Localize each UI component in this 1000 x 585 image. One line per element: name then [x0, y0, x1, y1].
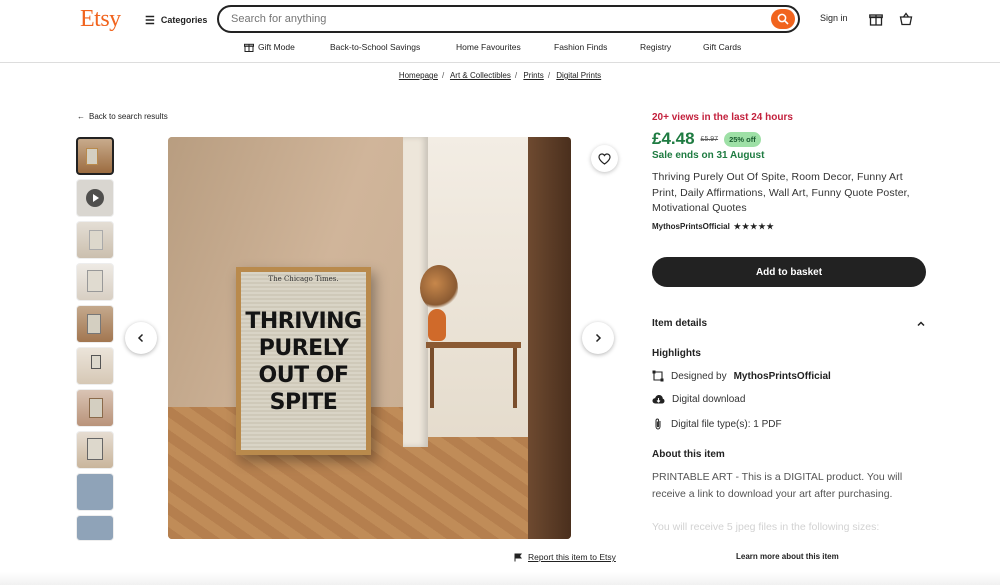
price-row: £4.48 £5.97 25% off — [652, 129, 927, 149]
highlights-heading: Highlights — [652, 348, 701, 359]
category-nav: Gift Mode Back-to-School Savings Home Fa… — [0, 42, 1000, 56]
thumbnail-video[interactable] — [76, 179, 114, 217]
rating-stars[interactable]: ★★★★★ — [734, 222, 775, 231]
shop-name-link[interactable]: MythosPrintsOfficial — [652, 222, 730, 231]
digital-download-row: Digital download — [652, 394, 745, 405]
discount-badge: 25% off — [724, 131, 761, 147]
gift-icon[interactable] — [868, 11, 884, 27]
heart-icon — [598, 152, 611, 165]
product-title: Thriving Purely Out Of Spite, Room Decor… — [652, 171, 910, 214]
image-table — [426, 342, 521, 348]
poster-masthead: The Chicago Times. — [268, 275, 339, 283]
bottom-fade — [0, 572, 1000, 585]
file-types-label: Digital file type(s): 1 PDF — [671, 418, 782, 430]
thumbnail-image[interactable] — [76, 263, 114, 301]
digital-download-label: Digital download — [672, 394, 746, 405]
breadcrumb-separator: / — [441, 71, 445, 80]
about-description: PRINTABLE ART - This is a DIGITAL produc… — [652, 471, 903, 500]
arrow-left-icon: ← — [77, 112, 85, 121]
back-label: Back to search results — [89, 112, 168, 121]
image-open-door — [528, 137, 571, 539]
views-notice: 20+ views in the last 24 hours — [652, 112, 793, 123]
site-header: Etsy ☰ Categories Sign in Gift Mode Back… — [0, 0, 1000, 63]
nav-gift-cards[interactable]: Gift Cards — [703, 42, 741, 52]
nav-label: Gift Mode — [258, 42, 295, 52]
sale-ends: Sale ends on 31 August — [652, 150, 765, 161]
play-icon — [86, 189, 104, 207]
original-price: £5.97 — [700, 135, 719, 143]
nav-registry[interactable]: Registry — [640, 42, 671, 52]
chevron-left-icon — [137, 333, 144, 343]
image-vase — [428, 309, 446, 341]
nav-fashion-finds[interactable]: Fashion Finds — [554, 42, 607, 52]
thumbnail-image[interactable] — [76, 305, 114, 343]
item-details-toggle[interactable]: Item details — [652, 318, 926, 329]
categories-button[interactable]: ☰ Categories — [145, 13, 207, 27]
poster-line: SPITE — [269, 390, 338, 415]
search-icon — [777, 13, 789, 25]
about-heading: About this item — [652, 449, 725, 460]
cloud-download-icon — [652, 395, 665, 404]
basket-icon[interactable] — [898, 11, 914, 27]
add-to-basket-button[interactable]: Add to basket — [652, 257, 926, 287]
sign-in-link[interactable]: Sign in — [820, 13, 848, 23]
nav-gift-mode[interactable]: Gift Mode — [244, 42, 295, 52]
flag-icon — [514, 553, 522, 561]
thumbnail-image[interactable] — [76, 473, 114, 511]
about-description-faded: You will receive 5 jpeg files in the fol… — [652, 521, 880, 533]
file-types-row: Digital file type(s): 1 PDF — [652, 418, 782, 430]
thumbnail-strip — [76, 137, 116, 545]
thumbnail-image[interactable] — [76, 347, 114, 385]
thumbnail-image[interactable] — [76, 137, 114, 175]
poster-line: PURELY — [258, 336, 349, 361]
designed-by-row: Designed by MythosPrintsOfficial — [652, 370, 831, 382]
poster-line: OUT OF — [258, 363, 349, 388]
report-label: Report this item to Etsy — [528, 552, 616, 562]
search-input[interactable] — [231, 7, 751, 31]
nav-home-favourites[interactable]: Home Favourites — [456, 42, 521, 52]
breadcrumb-art-collectibles[interactable]: Art & Collectibles — [450, 71, 511, 80]
thumbnail-image[interactable] — [76, 431, 114, 469]
breadcrumb-homepage[interactable]: Homepage — [399, 71, 438, 80]
thumbnail-image[interactable] — [76, 389, 114, 427]
shop-info: MythosPrintsOfficial ★★★★★ — [652, 222, 927, 231]
report-item-link[interactable]: Report this item to Etsy — [514, 552, 616, 562]
menu-icon: ☰ — [145, 14, 155, 27]
back-to-results-link[interactable]: ← Back to search results — [77, 112, 168, 121]
main-product-image: The Chicago Times. THRIVING PURELY OUT O… — [168, 137, 571, 539]
chevron-up-icon — [917, 320, 925, 326]
poster-frame: The Chicago Times. THRIVING PURELY OUT O… — [236, 267, 371, 455]
poster: The Chicago Times. THRIVING PURELY OUT O… — [241, 272, 366, 450]
thumbnail-image[interactable] — [76, 515, 114, 541]
designed-by-prefix: Designed by — [671, 370, 727, 382]
previous-image-button[interactable] — [125, 322, 157, 354]
breadcrumb-digital-prints[interactable]: Digital Prints — [556, 71, 601, 80]
etsy-logo[interactable]: Etsy — [80, 6, 121, 33]
breadcrumb: Homepage / Art & Collectibles / Prints / Di… — [0, 71, 1000, 80]
product-info: 20+ views in the last 24 hours £4.48 £5.… — [652, 112, 927, 231]
learn-more-button[interactable]: Learn more about this item — [736, 552, 839, 561]
designer-name[interactable]: MythosPrintsOfficial — [734, 371, 831, 382]
search-button[interactable] — [771, 9, 795, 29]
favourite-button[interactable] — [591, 145, 618, 172]
item-details-label: Item details — [652, 318, 708, 329]
thumbnail-image[interactable] — [76, 221, 114, 259]
next-image-button[interactable] — [582, 322, 614, 354]
breadcrumb-separator: / — [514, 71, 518, 80]
chevron-right-icon — [595, 333, 602, 343]
gift-icon — [244, 43, 254, 52]
search-bar — [217, 5, 800, 33]
breadcrumb-separator: / — [547, 71, 551, 80]
poster-text: THRIVING PURELY OUT OF SPITE — [241, 308, 366, 416]
poster-line: THRIVING — [245, 309, 362, 334]
image-flowers — [420, 265, 458, 311]
price: £4.48 — [652, 129, 695, 148]
breadcrumb-prints[interactable]: Prints — [523, 71, 543, 80]
categories-label: Categories — [160, 15, 208, 25]
image-table-leg — [513, 348, 517, 408]
paperclip-icon — [655, 418, 661, 430]
nav-back-to-school[interactable]: Back-to-School Savings — [330, 42, 420, 52]
image-table-leg — [430, 348, 434, 408]
design-tool-icon — [652, 370, 664, 382]
